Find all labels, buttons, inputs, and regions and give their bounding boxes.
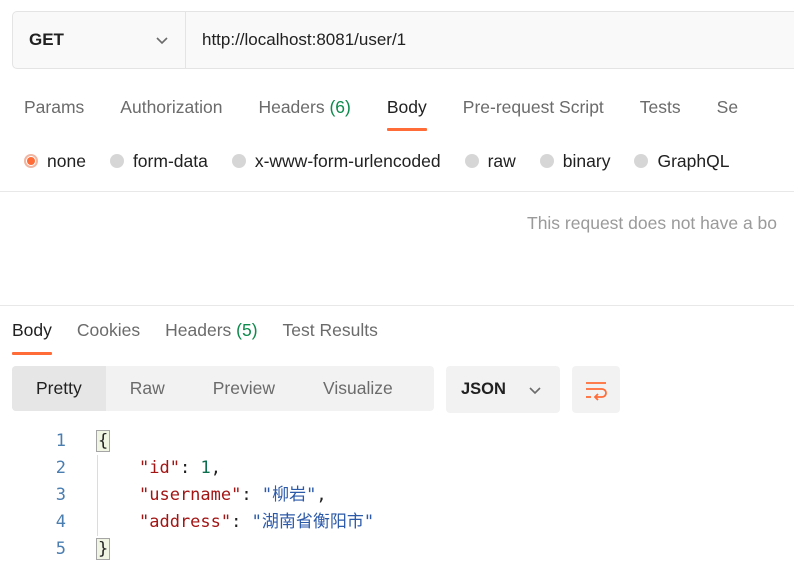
response-body-editor[interactable]: 1 { 2 "id": 1, 3 "username": "柳岩", 4 "ad… [0, 428, 794, 563]
url-bar: GET http://localhost:8081/user/1 [12, 11, 794, 69]
json-key: "id" [139, 458, 180, 478]
code-line: 2 "id": 1, [0, 455, 794, 482]
line-number: 3 [55, 485, 66, 505]
chevron-down-icon [156, 37, 168, 45]
code-line: 3 "username": "柳岩", [0, 482, 794, 509]
radio-icon [634, 154, 649, 168]
radio-form-data[interactable]: form-data [109, 151, 208, 172]
open-brace: { [95, 430, 111, 452]
no-body-message: This request does not have a bo [527, 213, 778, 233]
url-input[interactable]: http://localhost:8081/user/1 [186, 30, 406, 50]
line-number: 5 [55, 539, 66, 559]
json-value: 1 [200, 458, 211, 478]
radio-icon [109, 154, 124, 168]
response-headers-count: (5) [236, 320, 258, 340]
json-key: "username" [139, 485, 242, 505]
mode-raw[interactable]: Raw [106, 366, 189, 411]
json-value: "湖南省衡阳市" [251, 512, 375, 532]
response-tab-body[interactable]: Body [12, 316, 52, 355]
body-type-radios: none form-data x-www-form-urlencoded raw… [24, 146, 753, 176]
line-number: 2 [55, 458, 66, 478]
tab-tests[interactable]: Tests [640, 92, 681, 122]
wrap-lines-button[interactable] [572, 366, 620, 413]
radio-binary[interactable]: binary [539, 151, 610, 172]
radio-selected-icon [24, 154, 38, 168]
radio-none[interactable]: none [24, 151, 86, 172]
close-brace: } [95, 538, 111, 560]
json-value: "柳岩" [261, 485, 317, 505]
tab-params[interactable]: Params [24, 92, 84, 122]
radio-icon [231, 154, 246, 168]
view-mode-toggle: Pretty Raw Preview Visualize [12, 366, 434, 411]
json-key: "address" [139, 512, 232, 532]
mode-preview[interactable]: Preview [189, 366, 299, 411]
radio-icon [539, 154, 554, 168]
request-tabs: Params Authorization Headers (6) Body Pr… [24, 92, 774, 132]
radio-graphql[interactable]: GraphQL [634, 151, 729, 172]
format-select[interactable]: JSON [446, 366, 560, 413]
radio-urlencoded[interactable]: x-www-form-urlencoded [231, 151, 441, 172]
mode-pretty[interactable]: Pretty [12, 366, 106, 411]
tab-settings[interactable]: Se [717, 92, 738, 122]
response-tab-cookies[interactable]: Cookies [77, 316, 140, 346]
radio-icon [464, 154, 479, 168]
line-number: 4 [55, 512, 66, 532]
chevron-down-icon [529, 386, 541, 394]
method-select[interactable]: GET [13, 12, 186, 68]
tab-authorization[interactable]: Authorization [120, 92, 222, 122]
divider [0, 305, 794, 306]
code-line: 1 { [0, 428, 794, 455]
wrap-lines-icon [586, 381, 607, 401]
response-tabs: Body Cookies Headers (5) Test Results [12, 316, 403, 355]
line-number: 1 [55, 431, 66, 451]
radio-raw[interactable]: raw [464, 151, 516, 172]
mode-visualize[interactable]: Visualize [299, 366, 417, 411]
divider [0, 191, 794, 192]
tab-body[interactable]: Body [386, 92, 427, 131]
tab-pre-request-script[interactable]: Pre-request Script [463, 92, 604, 122]
response-tab-test-results[interactable]: Test Results [283, 316, 378, 346]
headers-count: (6) [329, 97, 351, 117]
code-line: 4 "address": "湖南省衡阳市" [0, 509, 794, 536]
format-label: JSON [461, 380, 506, 398]
code-line: 5 } [0, 536, 794, 563]
tab-headers[interactable]: Headers (6) [258, 92, 350, 122]
response-tab-headers[interactable]: Headers (5) [165, 316, 257, 346]
method-label: GET [29, 30, 64, 49]
